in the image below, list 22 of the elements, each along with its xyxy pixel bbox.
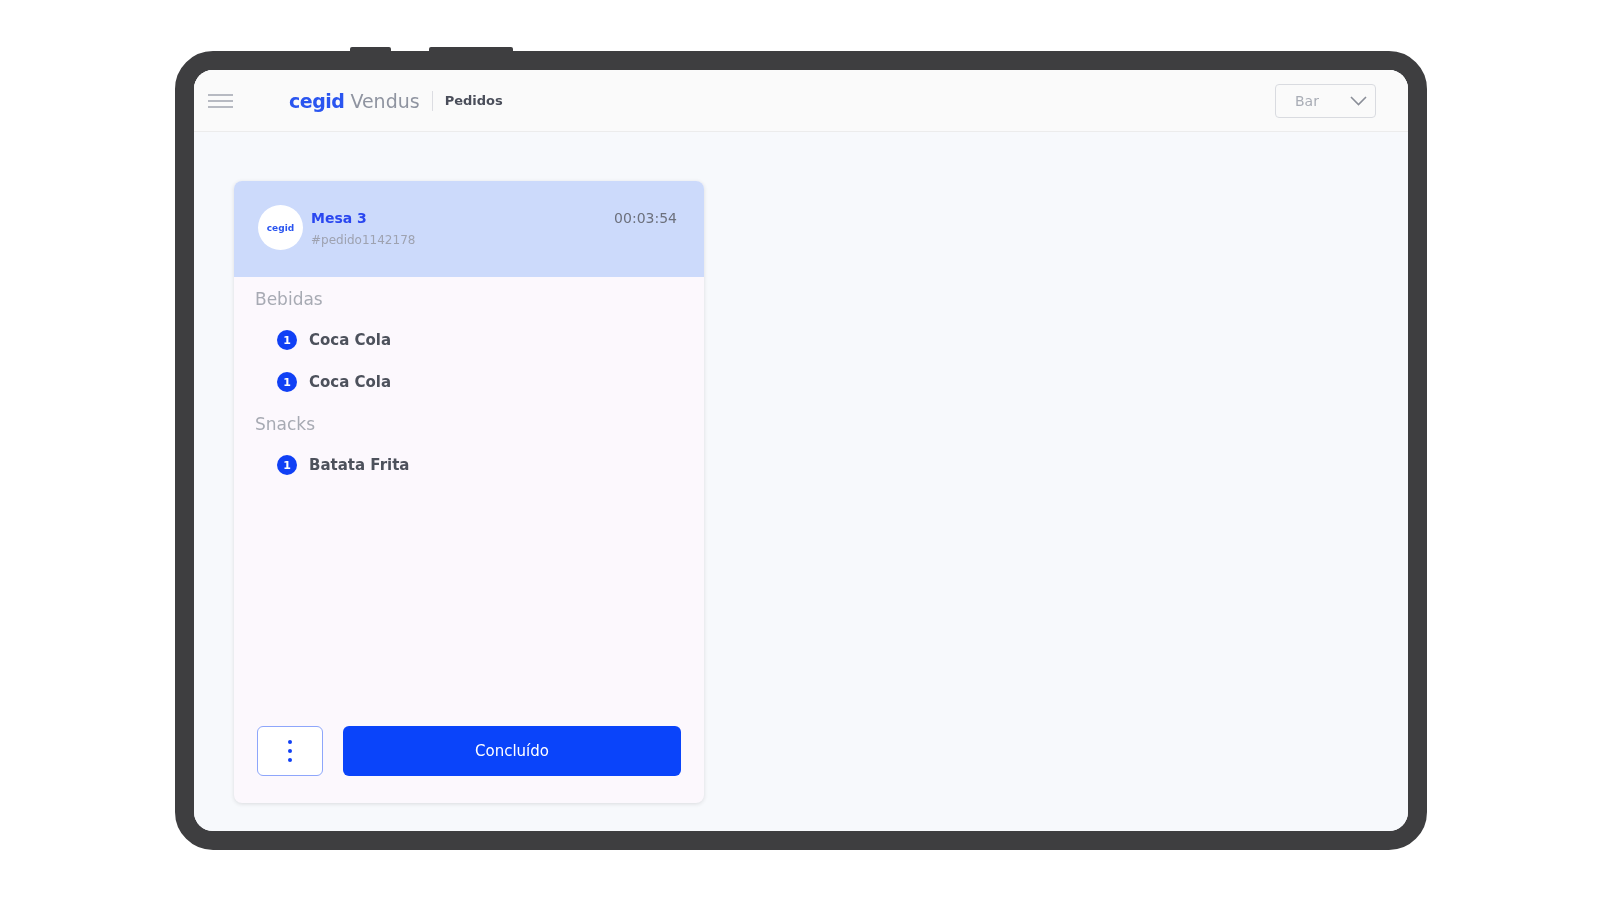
tablet-side-button[interactable] [429, 47, 513, 51]
item-name: Batata Frita [309, 456, 410, 474]
category-heading: Bebidas [255, 289, 323, 309]
chevron-down-icon [1350, 95, 1367, 106]
tablet-side-button[interactable] [350, 47, 391, 51]
kebab-menu-icon [288, 740, 292, 762]
elapsed-time: 00:03:54 [614, 210, 677, 226]
logo-avatar: cegid [258, 205, 303, 250]
item-name: Coca Cola [309, 373, 392, 391]
item-name: Coca Cola [309, 331, 392, 349]
category-heading: Snacks [255, 414, 316, 434]
quantity-count: 1 [277, 330, 297, 350]
complete-button[interactable]: Concluído [343, 726, 681, 776]
more-options-button[interactable] [257, 726, 323, 776]
table-name: Mesa 3 [311, 210, 368, 226]
quantity-count: 1 [277, 372, 297, 392]
product-name: Vendus [350, 89, 420, 112]
order-number: #pedido1142178 [311, 233, 416, 247]
brand-name: cegid [289, 89, 345, 112]
page-title: Pedidos [444, 93, 503, 108]
quantity-count: 1 [277, 455, 297, 475]
menu-icon[interactable] [208, 93, 233, 108]
